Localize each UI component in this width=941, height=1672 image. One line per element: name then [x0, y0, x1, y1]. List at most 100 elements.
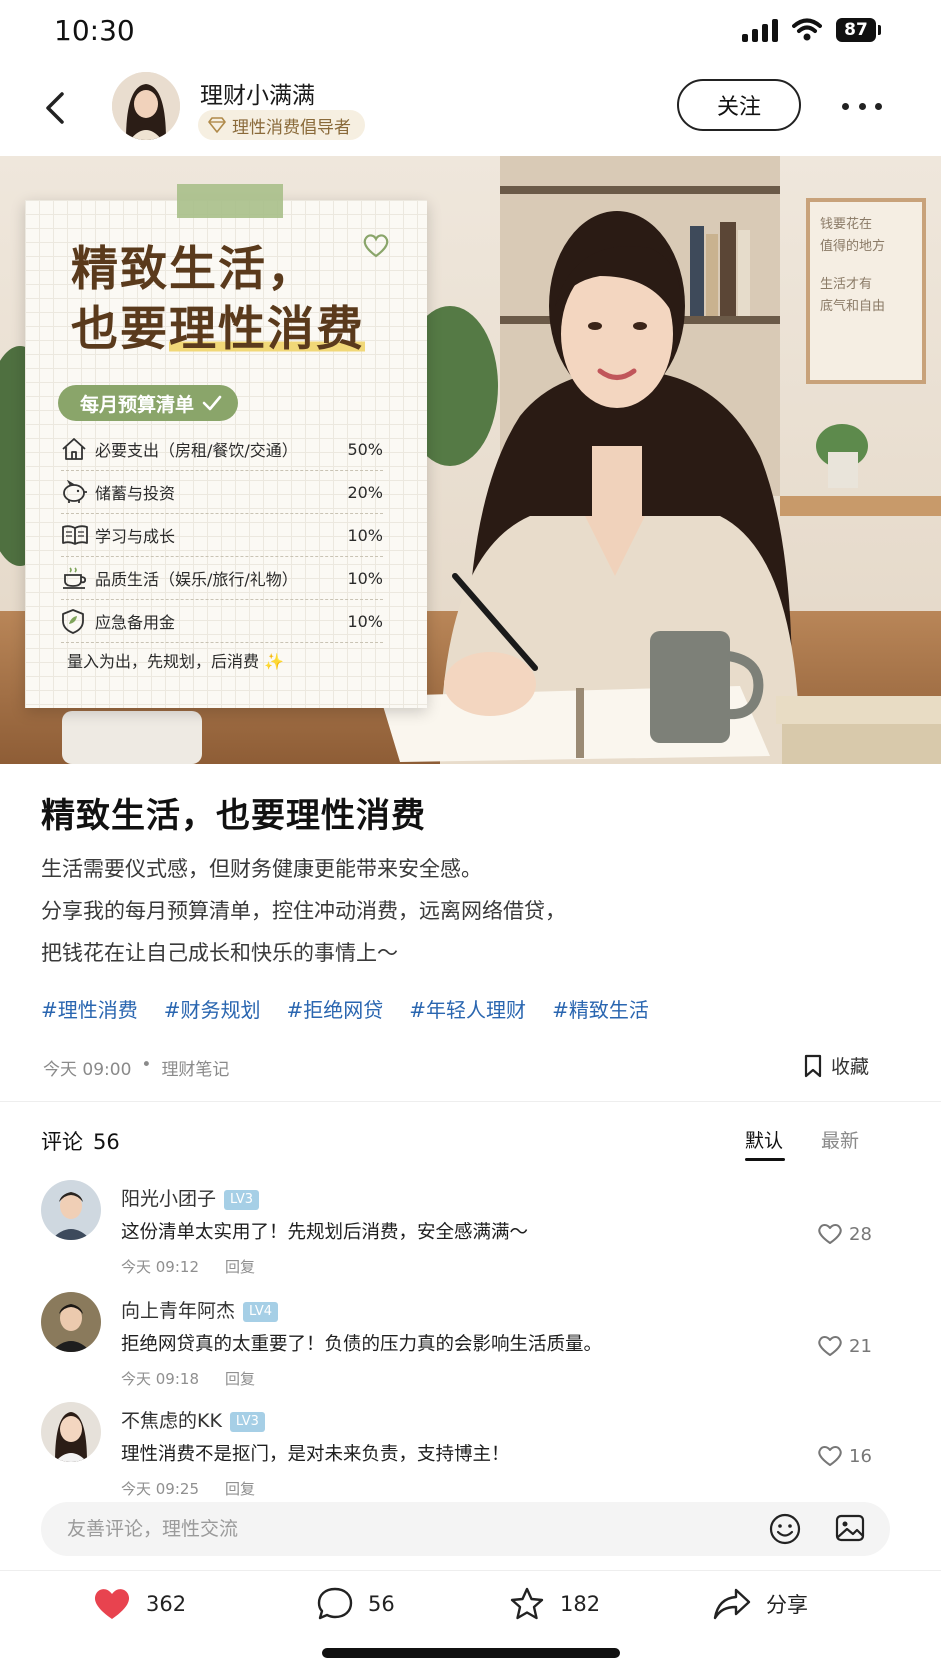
bookmark-icon [804, 1054, 822, 1077]
home-indicator[interactable] [322, 1648, 620, 1658]
battery-icon: 87 [836, 18, 881, 42]
diamond-icon [208, 117, 226, 133]
comments-header: 评论 56 [41, 1126, 120, 1156]
post-category[interactable]: 理财笔记 [161, 1055, 229, 1080]
more-options-icon[interactable] [842, 96, 882, 116]
comment-time: 今天 09:18 [121, 1370, 199, 1388]
budget-value: 10% [347, 611, 383, 631]
wall-quote-line: 钱要花在 [820, 217, 873, 232]
comment-like-count: 21 [849, 1335, 872, 1357]
comment-button[interactable]: 56 [316, 1586, 395, 1622]
reply-button[interactable]: 回复 [225, 1256, 255, 1277]
comment-meta: 今天 09:25 回复 [121, 1478, 255, 1499]
like-count: 362 [146, 1592, 187, 1616]
house-icon [61, 434, 95, 464]
budget-row: 储蓄与投资 20% [61, 471, 383, 514]
commenter-avatar[interactable] [41, 1180, 101, 1240]
hashtag[interactable]: #精致生活 [552, 994, 649, 1023]
commenter-name[interactable]: 阳光小团子 LV3 [121, 1184, 259, 1211]
author-avatar[interactable] [112, 72, 180, 140]
signal-icon [742, 18, 778, 42]
budget-row: 学习与成长 10% [61, 514, 383, 557]
commenter-name-text: 不焦虑的KK [121, 1410, 222, 1432]
comment-item: 阳光小团子 LV3 这份清单太实用了！先规划后消费，安全感满满～ 今天 09:12… [41, 1180, 901, 1284]
budget-row: 应急备用金 10% [61, 600, 383, 643]
post-header: 理财小满满 理性消费倡导者 关注 [0, 70, 941, 156]
commenter-name-text: 向上青年阿杰 [121, 1300, 236, 1322]
comment-item: 不焦虑的KK LV3 理性消费不是抠门，是对未来负责，支持博主！ 今天 09:25… [41, 1402, 901, 1506]
post-body-line: 分享我的每月预算清单，控住冲动消费，远离网络借贷， [41, 899, 566, 923]
hashtag[interactable]: #年轻人理财 [409, 994, 526, 1023]
comment-meta: 今天 09:18 回复 [121, 1368, 255, 1389]
shield-icon [61, 606, 95, 636]
favorite-label: 收藏 [831, 1056, 870, 1078]
budget-tag-label: 每月预算清单 [80, 393, 195, 416]
sort-latest-tab[interactable]: 最新 [821, 1126, 859, 1153]
hashtag[interactable]: #财务规划 [164, 994, 261, 1023]
level-badge: LV4 [243, 1302, 278, 1322]
budget-tag: 每月预算清单 [58, 385, 239, 421]
comment-like-count: 28 [849, 1223, 872, 1245]
coffee-cup-icon [61, 563, 95, 593]
comment-like-count: 16 [849, 1445, 872, 1467]
reply-button[interactable]: 回复 [225, 1368, 255, 1389]
share-button[interactable]: 分享 [712, 1586, 808, 1622]
hero-image[interactable]: 钱要花在 值得的地方 生活才有 底气和自由 精致生活， 也要理性消费 每月预算清… [0, 156, 941, 764]
comment-input[interactable] [67, 1502, 747, 1556]
follow-button[interactable]: 关注 [677, 79, 801, 131]
check-icon [202, 395, 222, 411]
comment-text: 拒绝网贷真的太重要了！负债的压力真的会影响生活质量。 [121, 1334, 603, 1355]
budget-value: 10% [347, 525, 383, 545]
reply-button[interactable]: 回复 [225, 1478, 255, 1499]
comment-time: 今天 09:25 [121, 1480, 199, 1498]
comment-input-bar [41, 1502, 890, 1556]
bottom-divider [0, 1570, 941, 1571]
budget-row: 品质生活（娱乐/旅行/礼物） 10% [61, 557, 383, 600]
heart-outline-icon [818, 1224, 842, 1244]
section-divider [0, 1101, 941, 1102]
budget-label: 应急备用金 [95, 613, 176, 632]
hashtag[interactable]: #拒绝网贷 [287, 994, 384, 1023]
author-name[interactable]: 理财小满满 [200, 76, 315, 110]
commenter-name[interactable]: 不焦虑的KK LV3 [121, 1406, 265, 1433]
hashtag[interactable]: #理性消费 [41, 994, 138, 1023]
status-icons: 87 [742, 18, 881, 42]
wifi-icon [792, 18, 822, 41]
hashtag-list: #理性消费 #财务规划 #拒绝网贷 #年轻人理财 #精致生活 [41, 994, 649, 1023]
comment-like-button[interactable]: 21 [817, 1334, 872, 1358]
budget-label: 必要支出（房租/餐饮/交通） [95, 441, 298, 460]
comment-like-button[interactable]: 16 [817, 1444, 872, 1468]
sort-default-tab[interactable]: 默认 [745, 1126, 783, 1153]
comment-bubble-icon [317, 1587, 353, 1620]
commenter-avatar[interactable] [41, 1402, 101, 1462]
status-bar: 10:30 87 [0, 0, 941, 70]
card-title-line1: 精致生活， [71, 242, 316, 297]
comment-like-button[interactable]: 28 [817, 1222, 872, 1246]
budget-list: 必要支出（房租/餐饮/交通） 50% 储蓄与投资 20% 学习与成长 10% 品… [61, 428, 383, 643]
author-badge: 理性消费倡导者 [198, 110, 365, 140]
like-button[interactable]: 362 [92, 1586, 186, 1622]
emoji-icon[interactable] [768, 1512, 802, 1546]
star-icon [510, 1587, 544, 1620]
image-icon[interactable] [834, 1512, 866, 1544]
card-title: 精致生活， 也要理性消费 [71, 240, 365, 360]
wall-quote-line: 底气和自由 [820, 299, 886, 314]
budget-value: 50% [347, 439, 383, 459]
back-arrow-icon[interactable] [38, 88, 74, 128]
share-label: 分享 [766, 1593, 808, 1617]
star-count: 182 [560, 1592, 601, 1616]
post-time: 今天 09:00 [43, 1060, 132, 1080]
favorite-button[interactable]: 收藏 [803, 1052, 869, 1079]
comment-count: 56 [368, 1592, 395, 1616]
budget-label: 品质生活（娱乐/旅行/礼物） [95, 570, 298, 589]
heart-outline-icon [818, 1336, 842, 1356]
card-slogan: 量入为出，先规划，后消费 ✨ [67, 652, 285, 671]
comment-time: 今天 09:12 [121, 1258, 199, 1276]
commenter-name[interactable]: 向上青年阿杰 LV4 [121, 1296, 278, 1323]
card-title-line2: 也要理性消费 [71, 300, 365, 360]
commenter-avatar[interactable] [41, 1292, 101, 1352]
share-arrow-icon [713, 1588, 751, 1620]
budget-label: 储蓄与投资 [95, 484, 176, 503]
star-button[interactable]: 182 [508, 1586, 600, 1622]
card-title-prefix: 也要 [71, 302, 169, 357]
